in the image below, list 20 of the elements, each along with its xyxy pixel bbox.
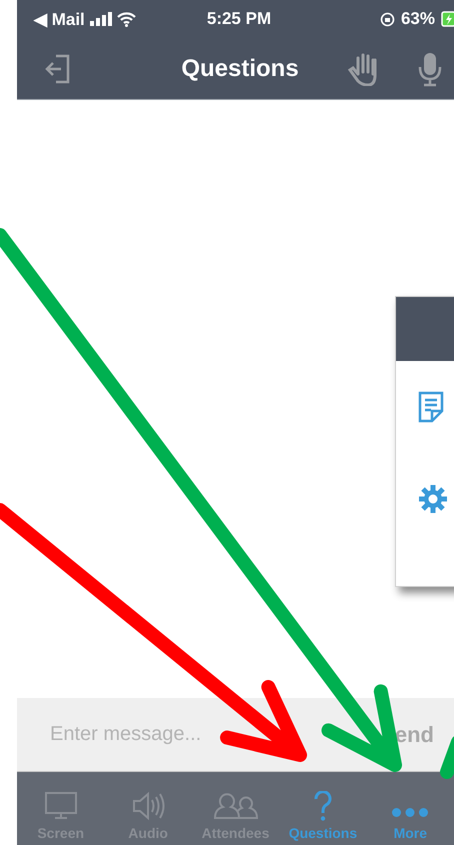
rotation-lock-icon [380,12,395,26]
clock-time: 5:25 PM [206,9,272,29]
battery-icon [440,11,454,27]
note-icon[interactable] [418,391,444,423]
monitor-icon [44,791,78,821]
microphone-icon[interactable] [418,50,442,86]
screen-title: Questions [180,54,300,82]
back-to-app-link[interactable]: ◀ Mail [34,8,85,30]
signal-icon [90,12,112,26]
settings-icon[interactable] [418,484,448,514]
more-icon [392,808,428,816]
tab[interactable]: More [366,772,454,845]
question-mark-icon [314,791,332,821]
exit-icon[interactable] [44,52,72,84]
people-icon [212,791,259,821]
wifi-icon [116,12,136,26]
raised-hand-icon[interactable] [348,52,378,86]
tab[interactable]: Questions [279,772,367,845]
speaker-icon [131,791,166,821]
battery-percentage: 63% [400,9,435,29]
